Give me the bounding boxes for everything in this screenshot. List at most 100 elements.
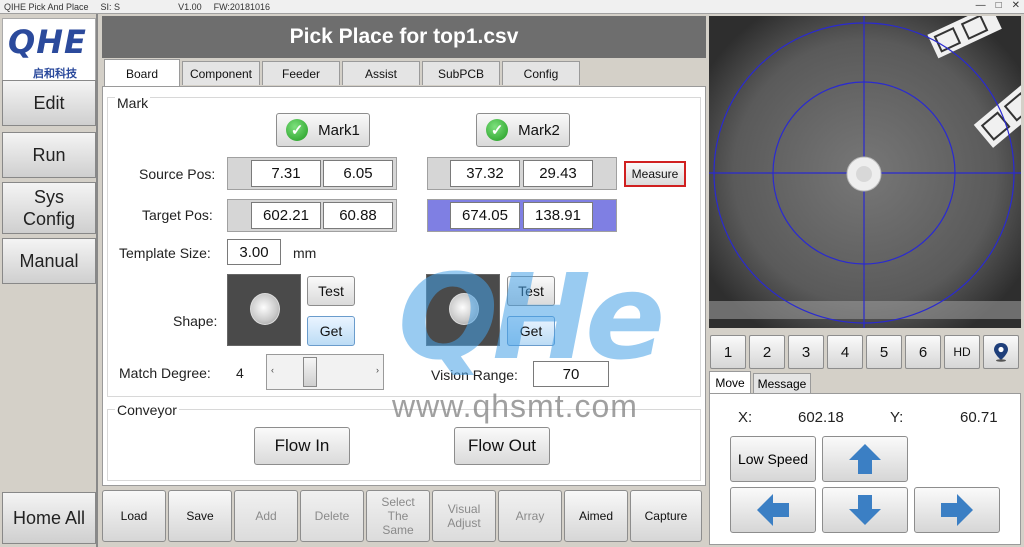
speed-toggle-button[interactable]: Low Speed <box>730 436 816 482</box>
source1-y-field[interactable]: 6.05 <box>323 160 393 187</box>
move-down-button[interactable] <box>822 487 908 533</box>
capture-button[interactable]: Capture <box>630 490 702 542</box>
measure-button[interactable]: Measure <box>624 161 686 187</box>
aimed-button[interactable]: Aimed <box>564 490 628 542</box>
hd-button[interactable]: HD <box>944 335 980 369</box>
load-button[interactable]: Load <box>102 490 166 542</box>
add-button[interactable]: Add <box>234 490 298 542</box>
match-degree-label: Match Degree: <box>119 365 211 381</box>
move-left-button[interactable] <box>730 487 816 533</box>
tab-config[interactable]: Config <box>502 61 580 85</box>
logo-text: QHE <box>8 23 87 61</box>
manual-button[interactable]: Manual <box>2 238 96 284</box>
arrow-up-icon <box>849 444 881 474</box>
maximize-button[interactable]: □ <box>996 0 1002 11</box>
match-degree-slider[interactable]: ‹ › <box>266 354 384 390</box>
camera-5-button[interactable]: 5 <box>866 335 902 369</box>
arrow-down-icon <box>849 495 881 525</box>
camera-view[interactable] <box>709 16 1021 328</box>
source-pos-label: Source Pos: <box>139 166 216 182</box>
version-label: V1.00 <box>178 1 202 12</box>
delete-button[interactable]: Delete <box>300 490 364 542</box>
mark-group-label: Mark <box>115 95 151 111</box>
close-button[interactable]: ✕ <box>1012 0 1020 11</box>
vision-range-label: Vision Range: <box>431 367 518 383</box>
array-button[interactable]: Array <box>498 490 562 542</box>
mark2-button[interactable]: ✓ Mark2 <box>476 113 570 147</box>
match-degree-value: 4 <box>236 365 244 381</box>
home-all-button[interactable]: Home All <box>2 492 96 544</box>
flow-out-button[interactable]: Flow Out <box>454 427 550 465</box>
x-label: X: <box>738 409 753 426</box>
location-button[interactable] <box>983 335 1019 369</box>
camera-6-button[interactable]: 6 <box>905 335 941 369</box>
firmware-label: FW:20181016 <box>213 1 270 12</box>
map-pin-icon <box>994 343 1008 362</box>
mark1-get-button[interactable]: Get <box>307 316 355 346</box>
arrow-left-icon <box>757 494 789 526</box>
serial-info: SI: S <box>100 1 121 12</box>
title-bar: QIHE Pick And Place SI: S V1.00 FW:20181… <box>0 0 1024 14</box>
save-button[interactable]: Save <box>168 490 232 542</box>
arrow-right-icon <box>941 494 973 526</box>
source2-x-field[interactable]: 37.32 <box>450 160 520 187</box>
camera-2-button[interactable]: 2 <box>749 335 785 369</box>
slider-thumb[interactable] <box>303 357 317 387</box>
slider-left-arrow[interactable]: ‹ <box>271 365 274 375</box>
select-same-button[interactable]: Select The Same <box>366 490 430 542</box>
tab-assist[interactable]: Assist <box>342 61 420 85</box>
tab-component[interactable]: Component <box>182 61 260 85</box>
board-panel: Mark ✓ Mark1 ✓ Mark2 Source Pos: Target … <box>102 86 706 486</box>
camera-3-button[interactable]: 3 <box>788 335 824 369</box>
company-logo: QHE 启和科技 <box>2 18 96 86</box>
camera-overlay <box>709 16 1021 328</box>
sys-config-button[interactable]: Sys Config <box>2 182 96 234</box>
minimize-button[interactable]: — <box>976 0 986 11</box>
conveyor-group <box>107 409 701 481</box>
template-size-label: Template Size: <box>119 245 211 261</box>
mark1-test-button[interactable]: Test <box>307 276 355 306</box>
conveyor-group-label: Conveyor <box>115 402 179 418</box>
target1-x-field[interactable]: 602.21 <box>251 202 321 229</box>
logo-subtext: 启和科技 <box>33 68 77 80</box>
mark2-test-button[interactable]: Test <box>507 276 555 306</box>
tab-feeder[interactable]: Feeder <box>262 61 340 85</box>
sidebar: QHE 启和科技 Edit Run Sys Config Manual Home… <box>0 14 98 547</box>
move-panel: X: 602.18 Y: 60.71 Low Speed <box>709 393 1021 545</box>
mark1-button[interactable]: ✓ Mark1 <box>276 113 370 147</box>
slider-right-arrow[interactable]: › <box>376 365 379 375</box>
target-pos-label: Target Pos: <box>142 207 213 223</box>
shape-label: Shape: <box>173 313 218 329</box>
x-value: 602.18 <box>798 409 844 426</box>
edit-button[interactable]: Edit <box>2 80 96 126</box>
app-name: QIHE Pick And Place <box>4 1 89 12</box>
move-up-button[interactable] <box>822 436 908 482</box>
run-button[interactable]: Run <box>2 132 96 178</box>
source2-y-field[interactable]: 29.43 <box>523 160 593 187</box>
target2-x-field[interactable]: 674.05 <box>450 202 520 229</box>
tab-board[interactable]: Board <box>104 59 180 87</box>
tab-message[interactable]: Message <box>753 373 811 393</box>
vision-range-field[interactable]: 70 <box>533 361 609 387</box>
move-right-button[interactable] <box>914 487 1000 533</box>
mark2-get-button[interactable]: Get <box>507 316 555 346</box>
visual-adjust-button[interactable]: Visual Adjust <box>432 490 496 542</box>
camera-4-button[interactable]: 4 <box>827 335 863 369</box>
check-icon: ✓ <box>286 119 309 141</box>
template-size-field[interactable]: 3.00 <box>227 239 281 265</box>
flow-in-button[interactable]: Flow In <box>254 427 350 465</box>
mark2-shape-image <box>426 274 500 346</box>
target1-y-field[interactable]: 60.88 <box>323 202 393 229</box>
camera-1-button[interactable]: 1 <box>710 335 746 369</box>
source1-x-field[interactable]: 7.31 <box>251 160 321 187</box>
target2-y-field[interactable]: 138.91 <box>523 202 593 229</box>
tab-move[interactable]: Move <box>709 371 751 394</box>
y-value: 60.71 <box>960 409 998 426</box>
template-size-unit: mm <box>293 245 317 261</box>
check-icon: ✓ <box>486 119 509 141</box>
tab-subpcb[interactable]: SubPCB <box>422 61 500 85</box>
mark1-shape-image <box>227 274 301 346</box>
app-window: QIHE Pick And Place SI: S V1.00 FW:20181… <box>0 0 1024 547</box>
mark2-label: Mark2 <box>518 121 560 139</box>
mark1-label: Mark1 <box>318 121 360 139</box>
